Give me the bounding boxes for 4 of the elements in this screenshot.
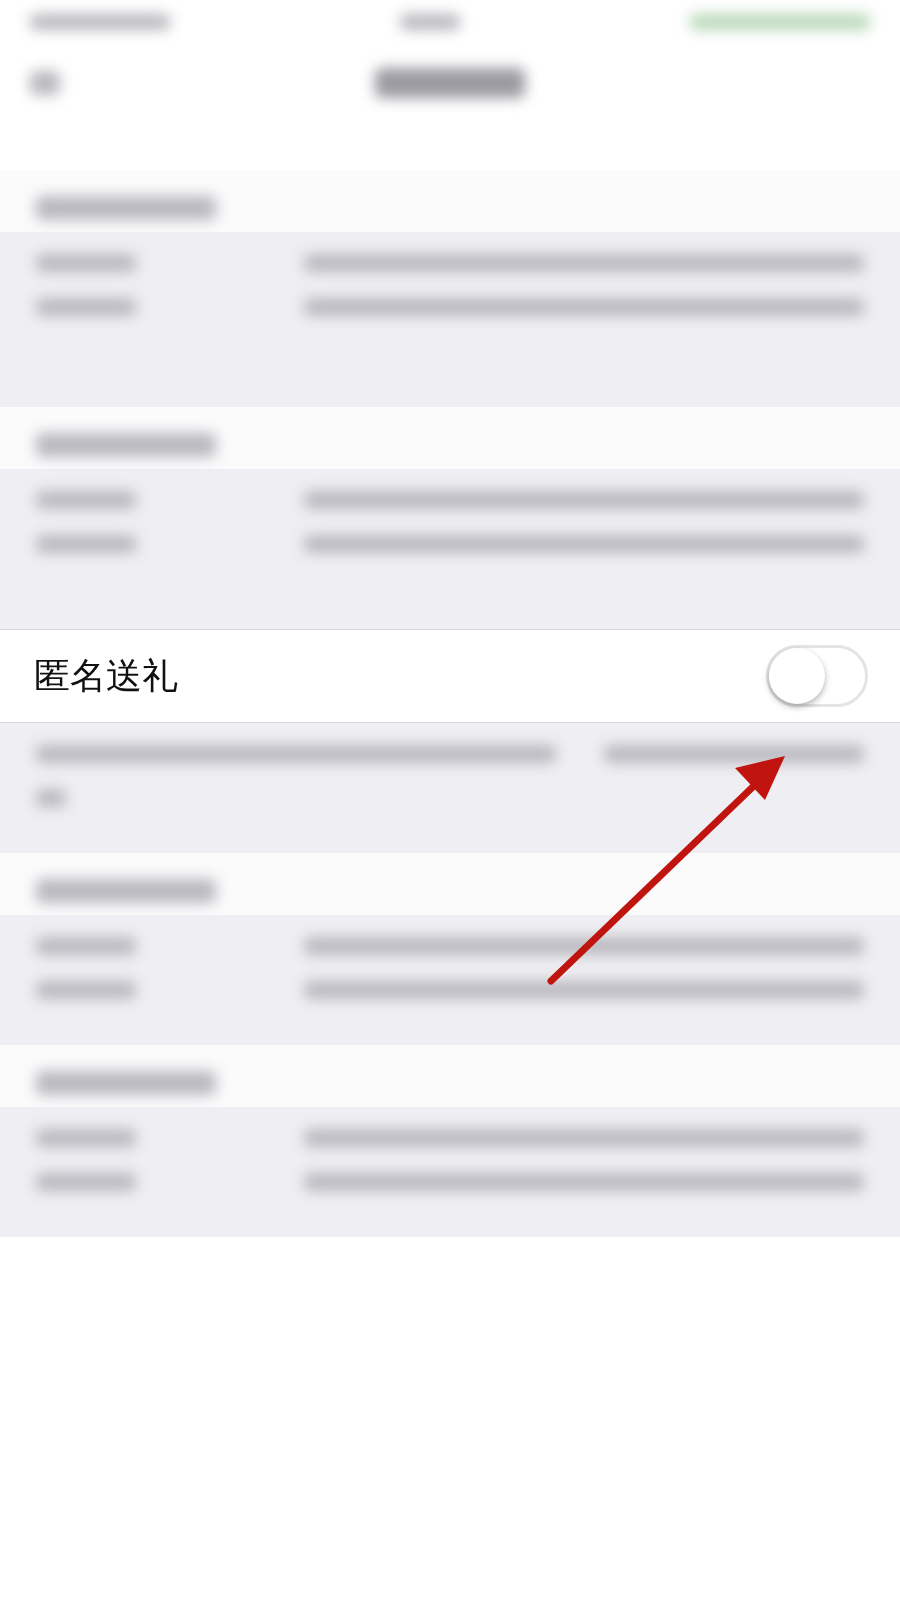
- blurred-status-text: [400, 14, 460, 30]
- blurred-back-icon: [30, 71, 60, 95]
- toggle-switch[interactable]: [766, 645, 868, 707]
- setting-label: 匿名送礼: [34, 653, 178, 698]
